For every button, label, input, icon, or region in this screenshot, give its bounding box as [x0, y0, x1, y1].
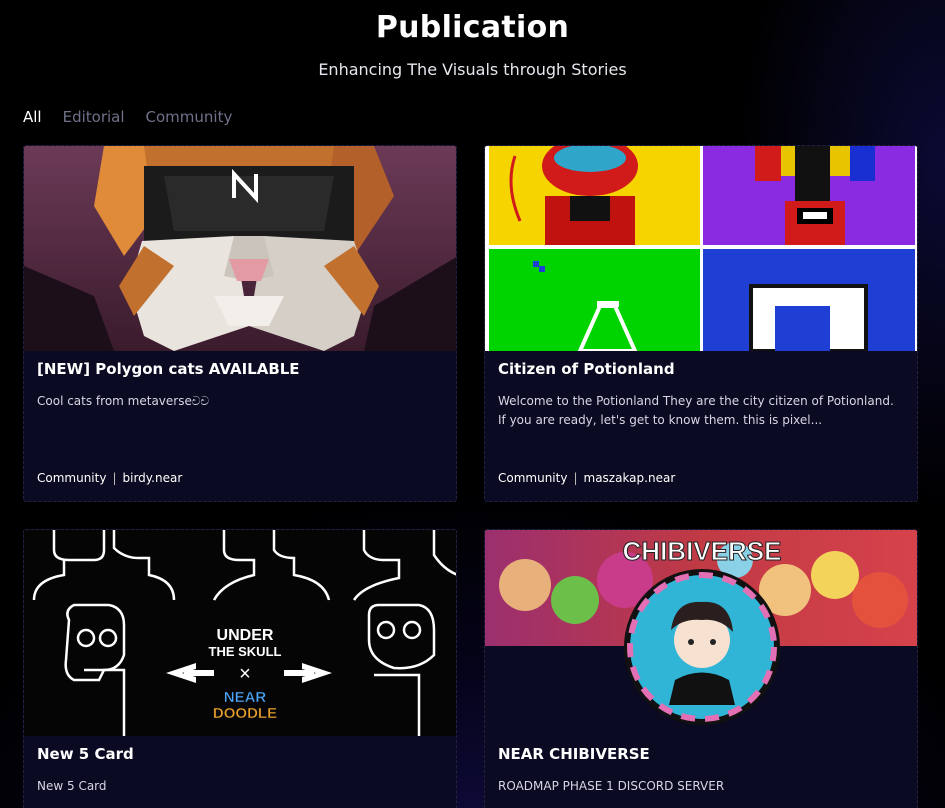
card-description: ROADMAP PHASE 1 DISCORD SERVER — [498, 779, 725, 793]
chibiverse-banner: CHIBIVERSE — [623, 536, 782, 566]
tab-community[interactable]: Community — [146, 108, 233, 126]
card-description: Welcome to the Potionland They are the c… — [498, 394, 894, 427]
under-the-skull-image: UNDER THE SKULL × NEAR DOODLE — [24, 530, 456, 736]
chibiverse-image: CHIBIVERSE — [485, 530, 917, 736]
tab-all[interactable]: All — [23, 108, 42, 126]
doodle-brand1: NEAR — [224, 689, 267, 706]
card-title: Citizen of Potionland — [498, 360, 675, 378]
card-description: New 5 Card — [37, 779, 107, 793]
skull-line1: UNDER — [217, 627, 274, 644]
card-author[interactable]: birdy.near — [123, 471, 183, 485]
publication-card[interactable]: UNDER THE SKULL × NEAR DOODLE New 5 Card… — [23, 529, 457, 808]
publication-card[interactable]: CHIBIVERSE NEAR CHIBIVERSE ROADMAP PHASE… — [484, 529, 918, 808]
card-title: [NEW] Polygon cats AVAILABLE — [37, 360, 300, 378]
publication-card[interactable]: Citizen of Potionland Welcome to the Pot… — [484, 145, 918, 502]
page-title: Publication — [375, 10, 570, 45]
pixel-citizens-image — [485, 146, 917, 351]
doodle-brand2: DOODLE — [213, 705, 277, 722]
separator: | — [112, 471, 117, 485]
card-description: Cool cats from metaverseචච — [37, 394, 210, 408]
skull-cross: × — [239, 663, 251, 685]
card-meta: Community | birdy.near — [37, 471, 182, 485]
card-title: New 5 Card — [37, 745, 134, 763]
publication-card[interactable]: [NEW] Polygon cats AVAILABLE Cool cats f… — [23, 145, 457, 502]
card-title: NEAR CHIBIVERSE — [498, 745, 650, 763]
separator: | — [573, 471, 578, 485]
card-category[interactable]: Community — [498, 471, 567, 485]
skull-line2: THE SKULL — [209, 644, 282, 659]
polygon-cat-image — [24, 146, 456, 351]
tab-editorial[interactable]: Editorial — [63, 108, 125, 126]
filter-tabs: All Editorial Community — [23, 108, 253, 126]
card-meta: Community | maszakap.near — [498, 471, 675, 485]
page-subtitle: Enhancing The Visuals through Stories — [318, 60, 627, 79]
card-category[interactable]: Community — [37, 471, 106, 485]
card-author[interactable]: maszakap.near — [584, 471, 676, 485]
